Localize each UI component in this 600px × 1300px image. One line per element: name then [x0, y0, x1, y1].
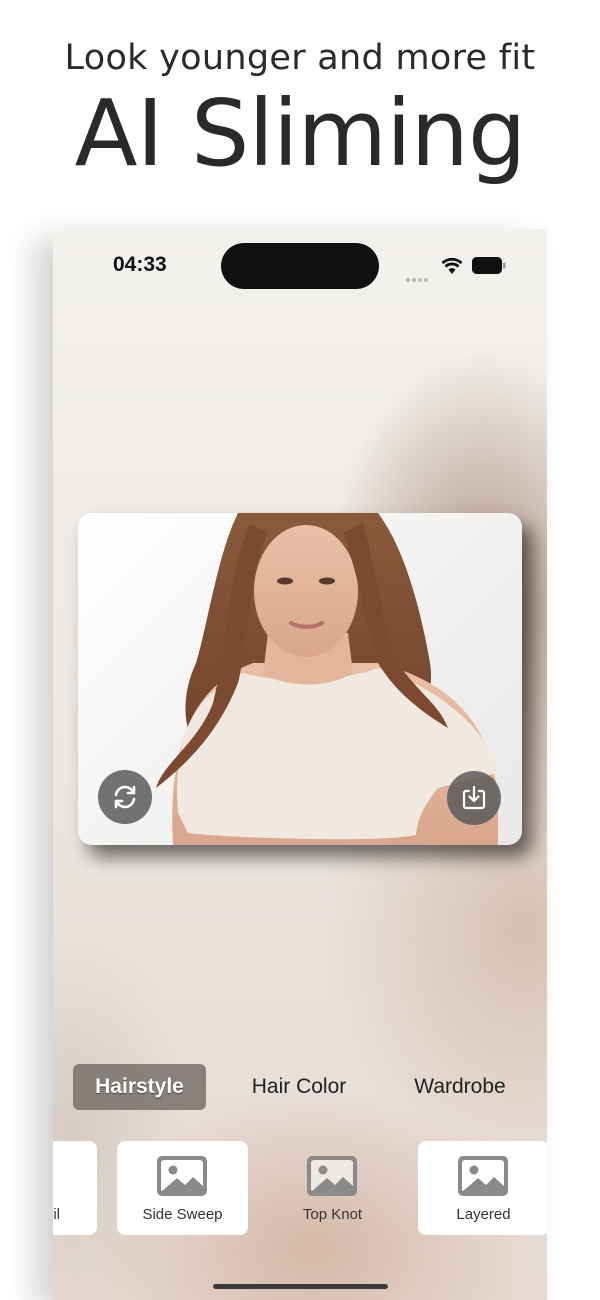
status-time: 04:33: [113, 253, 167, 276]
tab-wardrobe[interactable]: Wardrobe: [391, 1064, 529, 1110]
style-options: il Side Sweep Top Knot Layered: [53, 1141, 547, 1235]
option-item-side-sweep[interactable]: Side Sweep: [117, 1141, 248, 1235]
refresh-icon: [114, 785, 136, 809]
tab-hairstyle[interactable]: Hairstyle: [73, 1064, 206, 1110]
option-label: il: [53, 1206, 60, 1223]
image-icon: [157, 1156, 207, 1196]
download-button[interactable]: [447, 771, 501, 825]
download-icon: [462, 785, 486, 810]
tab-hair-color[interactable]: Hair Color: [229, 1064, 369, 1110]
cellular-signal-icon: [406, 267, 430, 286]
image-icon: [53, 1156, 57, 1196]
option-item-top-knot[interactable]: Top Knot: [267, 1141, 398, 1235]
option-label: Layered: [456, 1206, 511, 1223]
phone-screen: 04:33 Hairstyle Hair Color Wardrobe il S…: [53, 229, 547, 1300]
promo-subtitle: Look younger and more fit: [64, 38, 536, 78]
option-item-partial[interactable]: il: [53, 1141, 97, 1235]
refresh-button[interactable]: [98, 770, 152, 824]
image-icon: [307, 1156, 357, 1196]
promo-title: AI Sliming: [74, 80, 527, 187]
option-item-layered[interactable]: Layered: [418, 1141, 547, 1235]
wifi-icon: [441, 257, 463, 274]
option-label: Top Knot: [302, 1206, 363, 1223]
battery-icon: [472, 257, 506, 274]
dynamic-island: [221, 243, 379, 289]
category-tabs: Hairstyle Hair Color Wardrobe: [53, 1064, 547, 1110]
home-indicator[interactable]: [213, 1284, 388, 1289]
option-label: Side Sweep: [142, 1206, 223, 1223]
image-icon: [458, 1156, 508, 1196]
result-photo[interactable]: [78, 513, 522, 845]
